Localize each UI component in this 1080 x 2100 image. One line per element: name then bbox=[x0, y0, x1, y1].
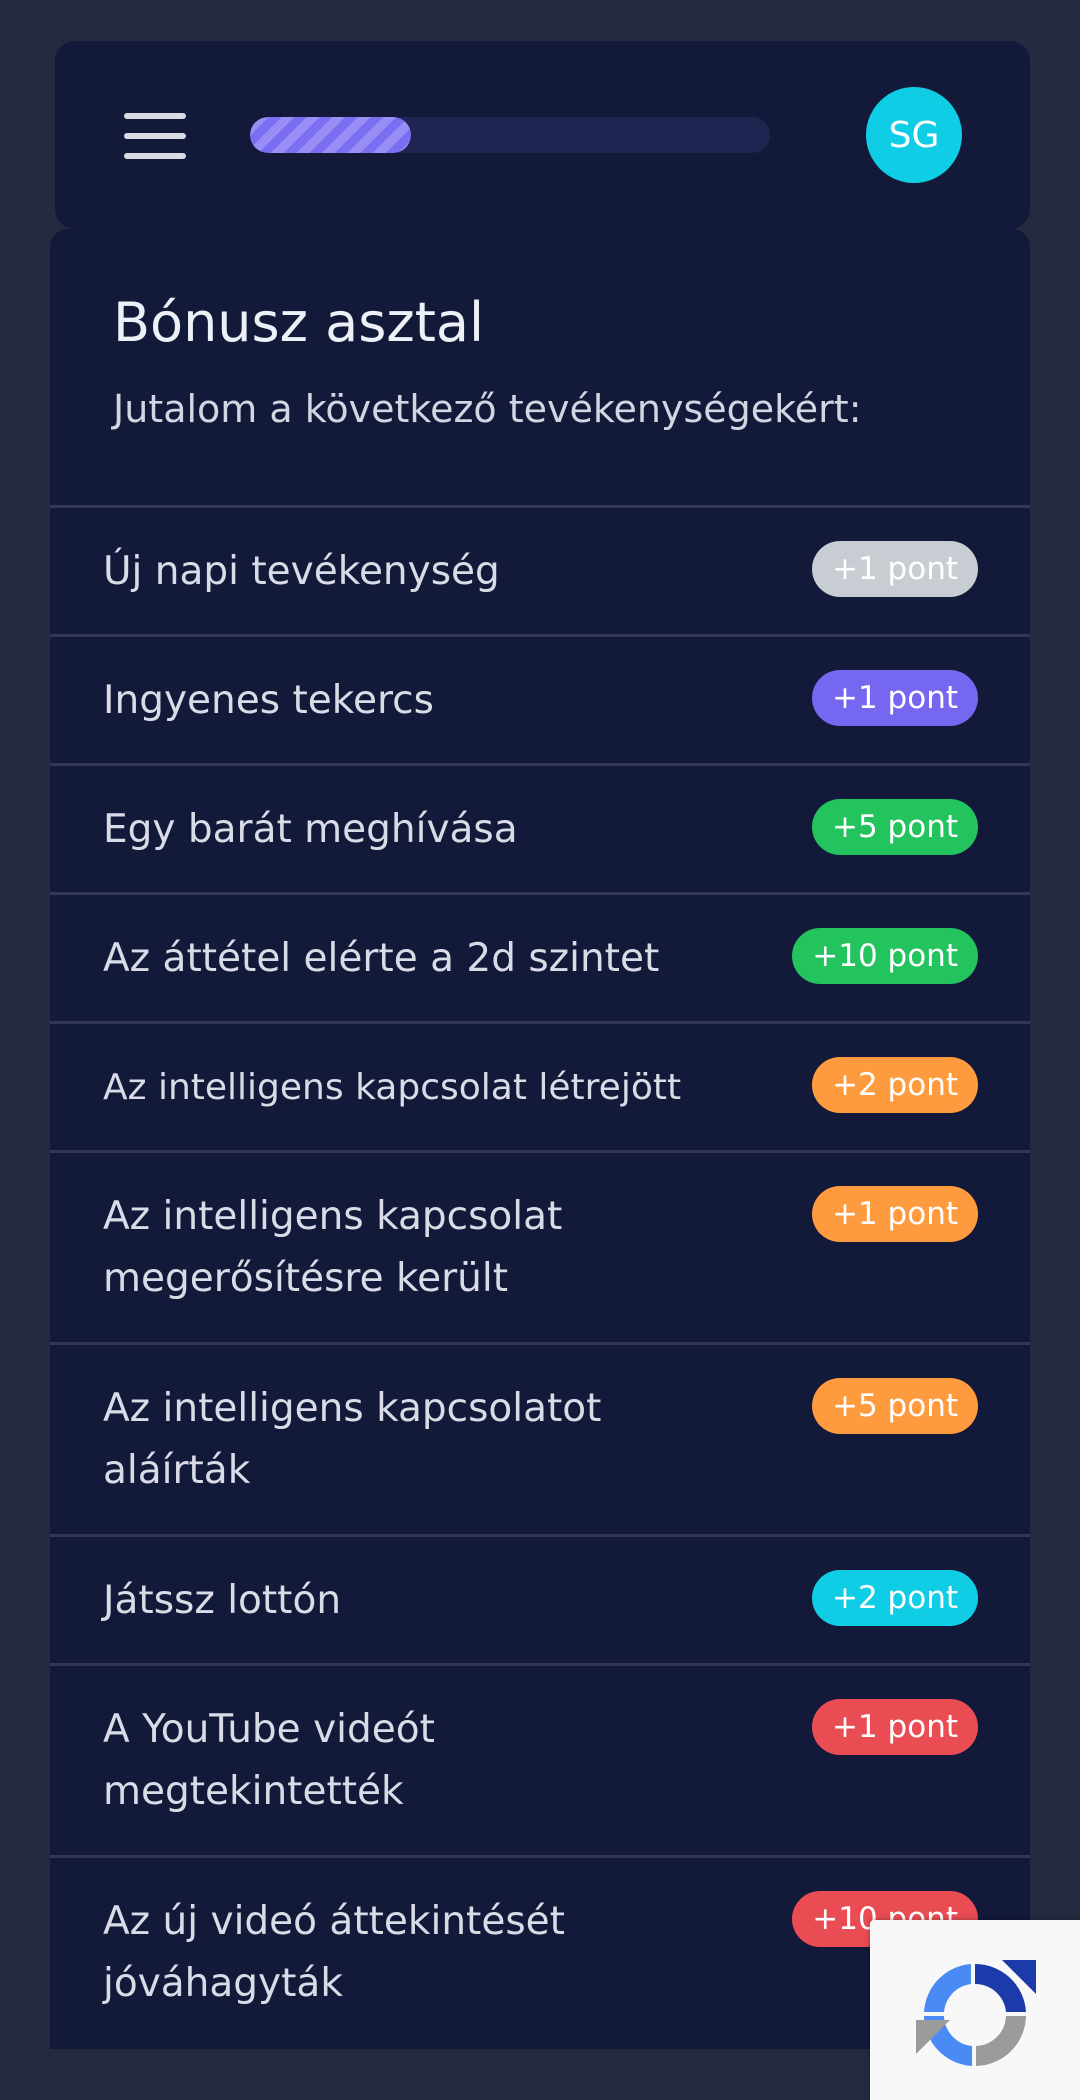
reward-label: Játssz lottón bbox=[103, 1578, 342, 1623]
reward-label: Az intelligens kapcsolat létrejött bbox=[103, 1067, 682, 1108]
points-badge: +1 pont bbox=[812, 1186, 978, 1242]
reward-row: Az áttétel elérte a 2d szintet +10 pont bbox=[50, 892, 1030, 1021]
reward-row: A YouTube videót megtekintették +1 pont bbox=[50, 1663, 1030, 1855]
reward-label: Új napi tevékenység bbox=[103, 549, 500, 594]
reward-row: Egy barát meghívása +5 pont bbox=[50, 763, 1030, 892]
points-badge: +2 pont bbox=[812, 1570, 978, 1626]
avatar-initials: SG bbox=[888, 114, 940, 156]
reward-label: Az intelligens kapcsolat megerősítésre k… bbox=[103, 1194, 563, 1301]
page-subtitle: Jutalom a következő tevékenységekért: bbox=[113, 387, 862, 431]
reward-label: Az áttétel elérte a 2d szintet bbox=[103, 936, 660, 981]
reward-label: Egy barát meghívása bbox=[103, 807, 518, 852]
reward-row: Játssz lottón +2 pont bbox=[50, 1534, 1030, 1663]
points-badge: +10 pont bbox=[792, 928, 978, 984]
recaptcha-badge[interactable] bbox=[870, 1920, 1080, 2100]
level-progress-fill bbox=[250, 117, 412, 153]
user-avatar[interactable]: SG bbox=[866, 87, 962, 183]
reward-row: Ingyenes tekercs +1 pont bbox=[50, 634, 1030, 763]
reward-label: A YouTube videót megtekintették bbox=[103, 1707, 435, 1814]
points-badge: +5 pont bbox=[812, 799, 978, 855]
reward-label: Az intelligens kapcsolatot aláírták bbox=[103, 1386, 602, 1493]
reward-row: Az intelligens kapcsolat létrejött +2 po… bbox=[50, 1021, 1030, 1150]
page-title: Bónusz asztal bbox=[113, 291, 485, 354]
hamburger-menu-icon[interactable] bbox=[124, 113, 186, 159]
reward-list: Új napi tevékenység +1 pont Ingyenes tek… bbox=[50, 505, 1030, 2047]
points-badge: +1 pont bbox=[812, 670, 978, 726]
reward-label: Az új videó áttekintését jóváhagyták bbox=[103, 1899, 565, 2006]
reward-label: Ingyenes tekercs bbox=[103, 678, 434, 723]
reward-row: Új napi tevékenység +1 pont bbox=[50, 505, 1030, 634]
level-progress-bar bbox=[250, 117, 770, 153]
reward-row: Az intelligens kapcsolat megerősítésre k… bbox=[50, 1150, 1030, 1342]
bonus-table-card: Bónusz asztal Jutalom a következő tevéke… bbox=[50, 229, 1030, 2049]
points-badge: +1 pont bbox=[812, 541, 978, 597]
points-badge: +2 pont bbox=[812, 1057, 978, 1113]
recaptcha-icon bbox=[916, 1960, 1036, 2066]
reward-row: Az intelligens kapcsolatot aláírták +5 p… bbox=[50, 1342, 1030, 1534]
points-badge: +1 pont bbox=[812, 1699, 978, 1755]
points-badge: +5 pont bbox=[812, 1378, 978, 1434]
